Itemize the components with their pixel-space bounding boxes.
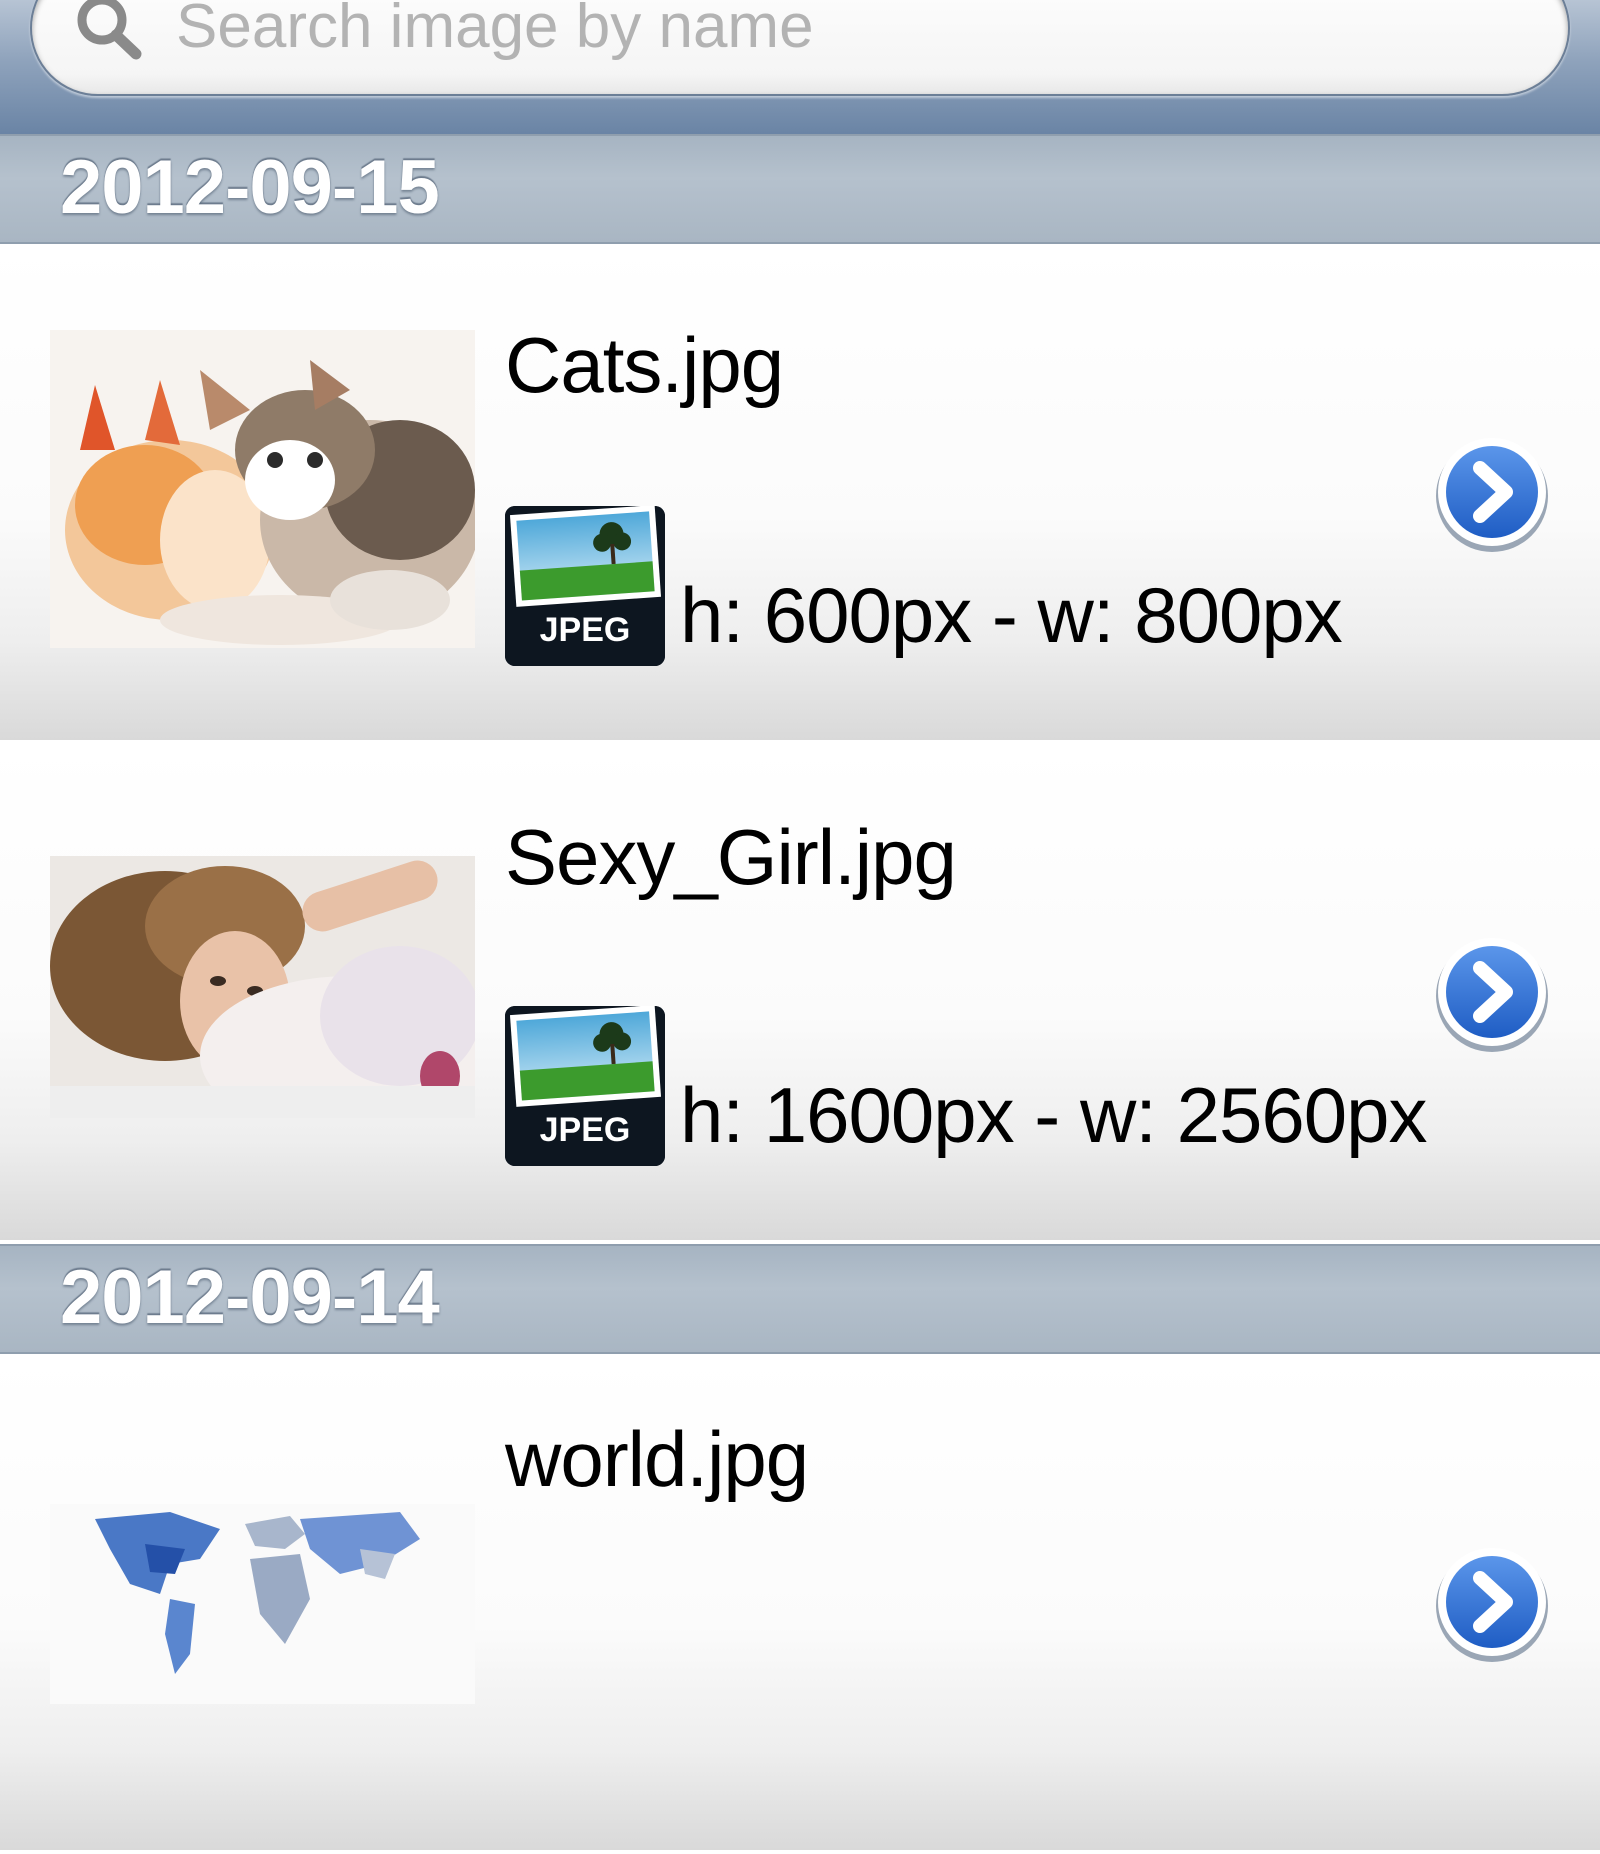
- list-item[interactable]: Sexy_Girl.jpg JPEG h: 1600px - w: 2560px: [0, 744, 1600, 1244]
- world-map-thumbnail: [50, 1504, 475, 1704]
- section-header: 2012-09-14: [0, 1244, 1600, 1354]
- jpeg-file-icon: JPEG: [505, 1006, 665, 1166]
- search-bar: [0, 0, 1600, 136]
- woman-thumbnail: [50, 856, 475, 1118]
- chevron-right-circle-icon[interactable]: [1432, 934, 1552, 1054]
- image-dimensions: h: 1600px - w: 2560px: [680, 1071, 1428, 1159]
- chevron-right-circle-icon[interactable]: [1432, 1544, 1552, 1664]
- section-header: 2012-09-15: [0, 134, 1600, 244]
- file-name: Sexy_Girl.jpg: [505, 813, 957, 901]
- image-dimensions: h: 600px - w: 800px: [680, 571, 1343, 659]
- section-date: 2012-09-14: [60, 1255, 440, 1340]
- jpeg-file-icon: JPEG: [505, 506, 665, 666]
- list-item[interactable]: Cats.jpg JPEG h: 600px - w: 800px: [0, 244, 1600, 744]
- file-name: Cats.jpg: [505, 321, 784, 409]
- file-type-label: JPEG: [539, 611, 631, 649]
- section-date: 2012-09-15: [60, 145, 440, 230]
- chevron-right-circle-icon[interactable]: [1432, 434, 1552, 554]
- kittens-thumbnail: [50, 330, 475, 648]
- search-icon: [77, 0, 142, 60]
- file-type-label: JPEG: [539, 1111, 631, 1149]
- search-input[interactable]: [176, 0, 1496, 66]
- list-item[interactable]: world.jpg: [0, 1354, 1600, 1854]
- file-name: world.jpg: [505, 1415, 809, 1503]
